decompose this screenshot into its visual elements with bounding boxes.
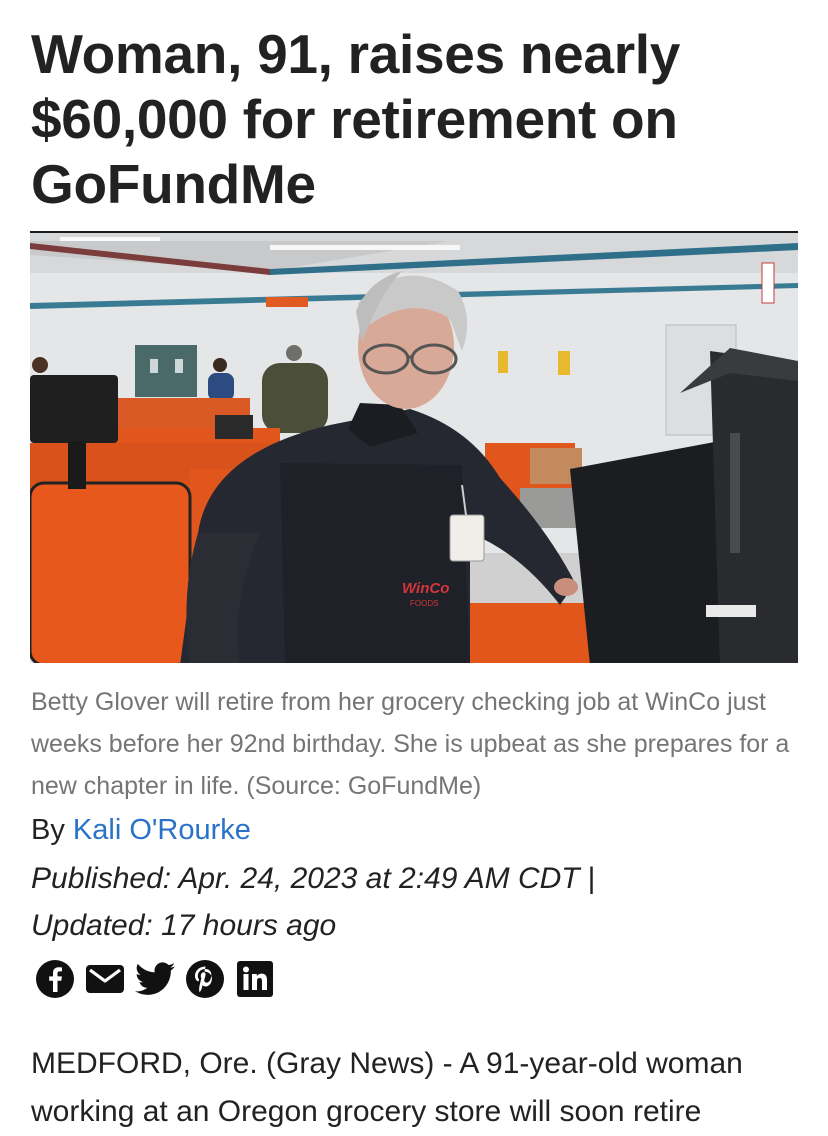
facebook-icon[interactable] [33,958,77,1000]
published-separator: | [587,862,596,895]
article-headline: Woman, 91, raises nearly $60,000 for ret… [31,23,681,215]
author-link[interactable]: Kali O'Rourke [73,814,251,846]
byline: By Kali O'Rourke [31,810,251,850]
article-photo[interactable]: WinCo FOODS [30,231,798,663]
pinterest-icon[interactable] [183,958,227,1000]
updated-date: Updated: 17 hours ago [31,909,337,942]
byline-prefix: By [31,814,73,846]
apron-logo-text: WinCo [402,580,449,597]
photo-illustration: WinCo FOODS [30,233,798,663]
photo-caption: Betty Glover will retire from her grocer… [31,688,790,800]
apron-logo-subtext: FOODS [410,599,438,608]
linkedin-icon[interactable] [233,958,277,1000]
email-icon[interactable] [83,958,127,1000]
article-body-paragraph: MEDFORD, Ore. (Gray News) - A 91-year-ol… [31,1047,743,1128]
published-text: Published: Apr. 24, 2023 at 2:49 AM CDT [31,862,580,895]
published-date: Published: Apr. 24, 2023 at 2:49 AM CDT | [31,857,595,901]
share-bar [33,958,277,1000]
twitter-icon[interactable] [133,958,177,1000]
